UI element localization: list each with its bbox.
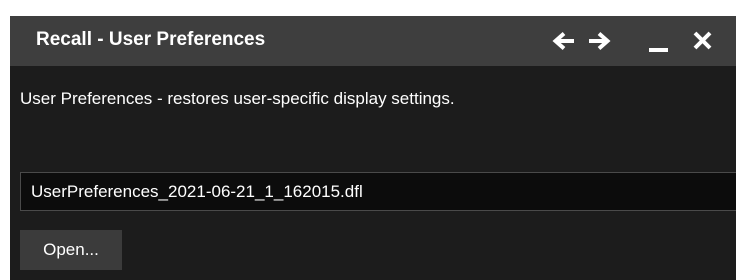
title-bar[interactable]: Recall - User Preferences	[10, 16, 736, 66]
minimize-button[interactable]	[646, 28, 672, 54]
open-button[interactable]: Open...	[20, 230, 122, 270]
minimize-icon	[649, 48, 668, 52]
forward-button[interactable]	[586, 28, 612, 54]
back-button[interactable]	[551, 28, 577, 54]
dialog-description: User Preferences - restores user-specifi…	[20, 89, 455, 108]
dialog-title: Recall - User Preferences	[36, 29, 266, 50]
arrow-left-icon	[552, 32, 574, 50]
close-icon	[693, 31, 712, 50]
close-button[interactable]	[690, 28, 716, 54]
file-path-field[interactable]	[20, 172, 736, 211]
arrow-right-icon	[589, 32, 611, 50]
recall-dialog: Recall - User Preferences User Preferenc…	[10, 16, 736, 280]
